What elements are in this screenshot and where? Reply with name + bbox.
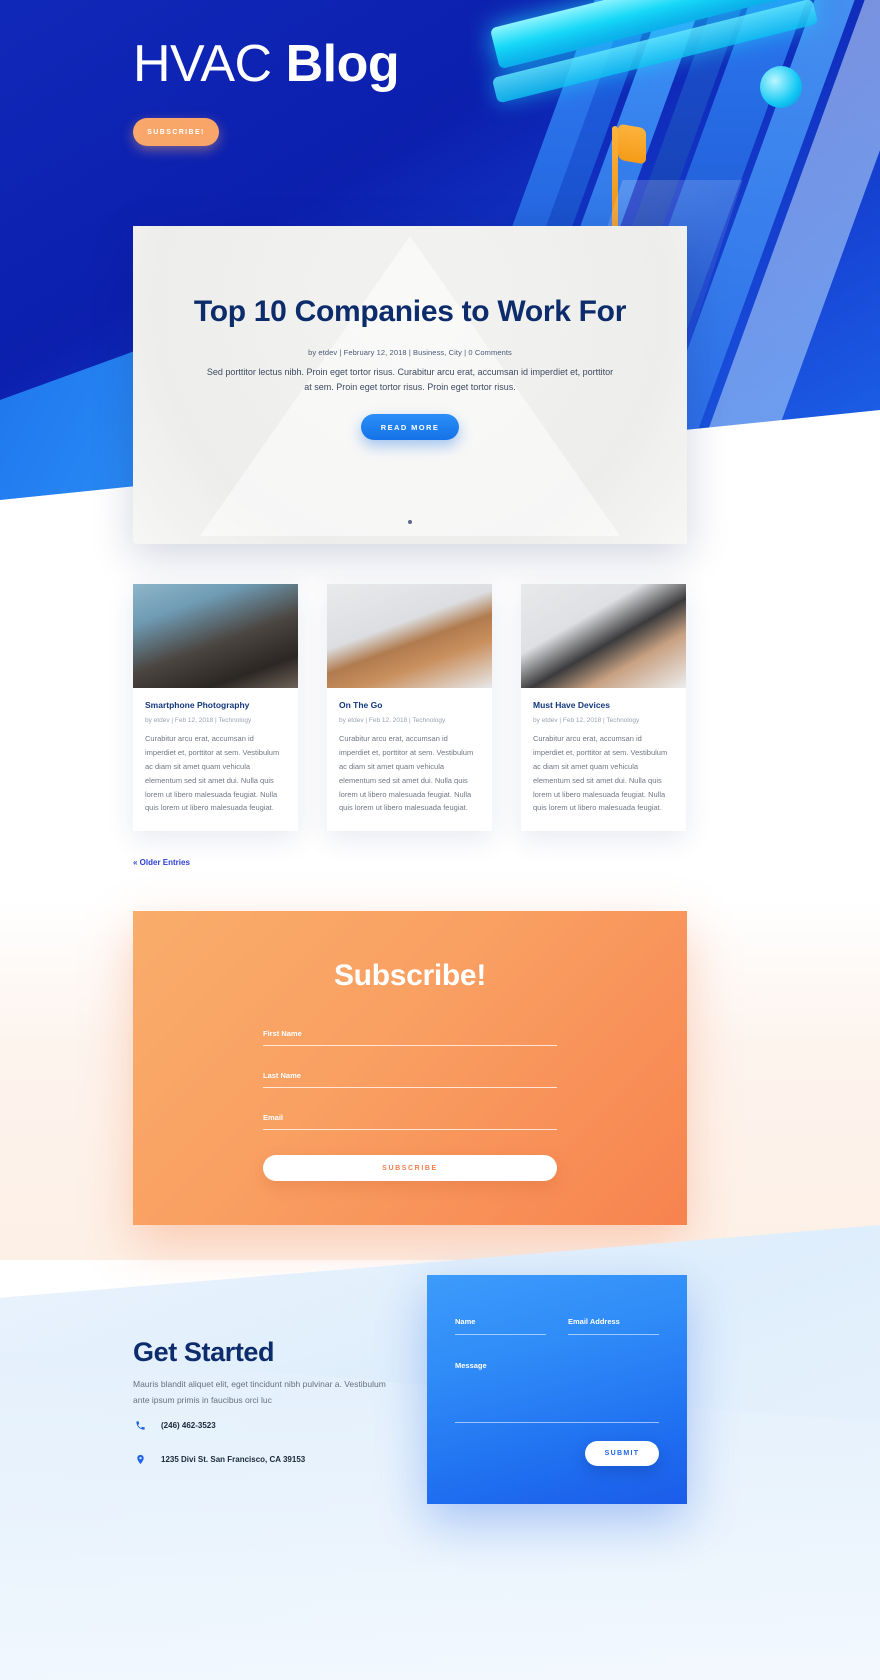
contact-name-field[interactable]: Name — [455, 1317, 546, 1335]
post-thumbnail-image — [521, 584, 686, 688]
first-name-field[interactable]: First Name — [263, 1029, 557, 1046]
hero-subscribe-button[interactable]: SUBSCRIBE! — [133, 118, 219, 146]
subscribe-submit-button[interactable]: SUBSCRIBE — [263, 1155, 557, 1181]
featured-post-meta: by etdev | February 12, 2018 | Business,… — [308, 348, 512, 357]
featured-post-excerpt: Sed porttitor lectus nibh. Proin eget to… — [206, 367, 614, 392]
list-item[interactable]: Must Have Devices by etdev | Feb 12, 201… — [521, 584, 686, 832]
featured-post-title: Top 10 Companies to Work For — [193, 295, 627, 328]
subscribe-form: First Name Last Name Email — [263, 1029, 557, 1130]
first-name-underline — [263, 1045, 557, 1046]
contact-email-label: Email Address — [568, 1317, 620, 1326]
email-label: Email — [263, 1113, 284, 1122]
post-excerpt: Curabitur arcu erat, accumsan id imperdi… — [339, 734, 474, 813]
contact-form-card: Name Email Address Message SUBMIT — [427, 1275, 687, 1504]
post-excerpt: Curabitur arcu erat, accumsan id imperdi… — [533, 734, 668, 813]
get-started-title: Get Started — [133, 1337, 275, 1367]
post-title[interactable]: Must Have Devices — [533, 700, 674, 710]
contact-submit-button[interactable]: SUBMIT — [585, 1441, 659, 1466]
contact-form-top-row: Name Email Address — [455, 1317, 659, 1335]
last-name-field[interactable]: Last Name — [263, 1071, 557, 1088]
brand-light-text: HVAC — [133, 35, 272, 93]
street-address: 1235 Divi St. San Francisco, CA 39153 — [161, 1455, 306, 1464]
subscribe-submit-label: SUBSCRIBE — [382, 1164, 438, 1172]
address-row[interactable]: 1235 Divi St. San Francisco, CA 39153 — [133, 1453, 433, 1466]
contact-message-underline — [455, 1422, 659, 1423]
phone-icon — [133, 1420, 147, 1431]
post-body: Must Have Devices by etdev | Feb 12, 201… — [521, 688, 686, 831]
contact-email-field[interactable]: Email Address — [568, 1317, 659, 1335]
map-pin-icon — [133, 1453, 147, 1466]
featured-post-card[interactable]: Top 10 Companies to Work For by etdev | … — [133, 226, 687, 544]
phone-number: (246) 462-3523 — [161, 1421, 216, 1430]
subscribe-heading: Subscribe! — [333, 959, 487, 992]
subscribe-section: Subscribe! First Name Last Name Email SU… — [133, 911, 687, 1225]
last-name-label: Last Name — [263, 1071, 301, 1080]
list-item[interactable]: Smartphone Photography by etdev | Feb 12… — [133, 584, 298, 832]
featured-post-content: Top 10 Companies to Work For by etdev | … — [133, 226, 687, 441]
get-started-description: Mauris blandit aliquet elit, eget tincid… — [133, 1379, 386, 1405]
contact-message-field[interactable]: Message — [455, 1361, 659, 1423]
blog-post-grid: Smartphone Photography by etdev | Feb 12… — [133, 584, 687, 832]
last-name-underline — [263, 1087, 557, 1088]
contact-message-label: Message — [455, 1361, 487, 1370]
read-more-label: READ MORE — [380, 422, 440, 432]
hero-subscribe-label: SUBSCRIBE! — [147, 128, 205, 136]
older-entries-link[interactable]: « Older Entries — [133, 858, 190, 867]
post-meta: by etdev | Feb 12, 2018 | Technology — [339, 717, 446, 724]
site-brand: HVAC Blog — [133, 35, 400, 93]
contact-details: (246) 462-3523 1235 Divi St. San Francis… — [133, 1420, 433, 1488]
post-meta: by etdev | Feb 12, 2018 | Technology — [145, 717, 252, 724]
first-name-label: First Name — [263, 1029, 302, 1038]
carousel-dot[interactable] — [408, 520, 412, 524]
post-meta: by etdev | Feb 12, 2018 | Technology — [533, 717, 640, 724]
post-body: Smartphone Photography by etdev | Feb 12… — [133, 688, 298, 831]
post-excerpt: Curabitur arcu erat, accumsan id imperdi… — [145, 734, 280, 813]
contact-submit-label: SUBMIT — [604, 1450, 640, 1457]
phone-row[interactable]: (246) 462-3523 — [133, 1420, 433, 1431]
list-item[interactable]: On The Go by etdev | Feb 12, 2018 | Tech… — [327, 584, 492, 832]
page-root: HVAC Blog SUBSCRIBE! Top 10 Companies to… — [0, 0, 880, 1680]
post-thumbnail-image — [133, 584, 298, 688]
contact-name-label: Name — [455, 1317, 476, 1326]
post-title[interactable]: Smartphone Photography — [145, 700, 286, 710]
post-body: On The Go by etdev | Feb 12, 2018 | Tech… — [327, 688, 492, 831]
post-title[interactable]: On The Go — [339, 700, 480, 710]
contact-email-underline — [568, 1334, 659, 1335]
email-field[interactable]: Email — [263, 1113, 557, 1130]
email-underline — [263, 1129, 557, 1130]
brand-bold-text: Blog — [285, 35, 400, 93]
read-more-button[interactable]: READ MORE — [361, 414, 459, 441]
contact-name-underline — [455, 1334, 546, 1335]
post-thumbnail-image — [327, 584, 492, 688]
